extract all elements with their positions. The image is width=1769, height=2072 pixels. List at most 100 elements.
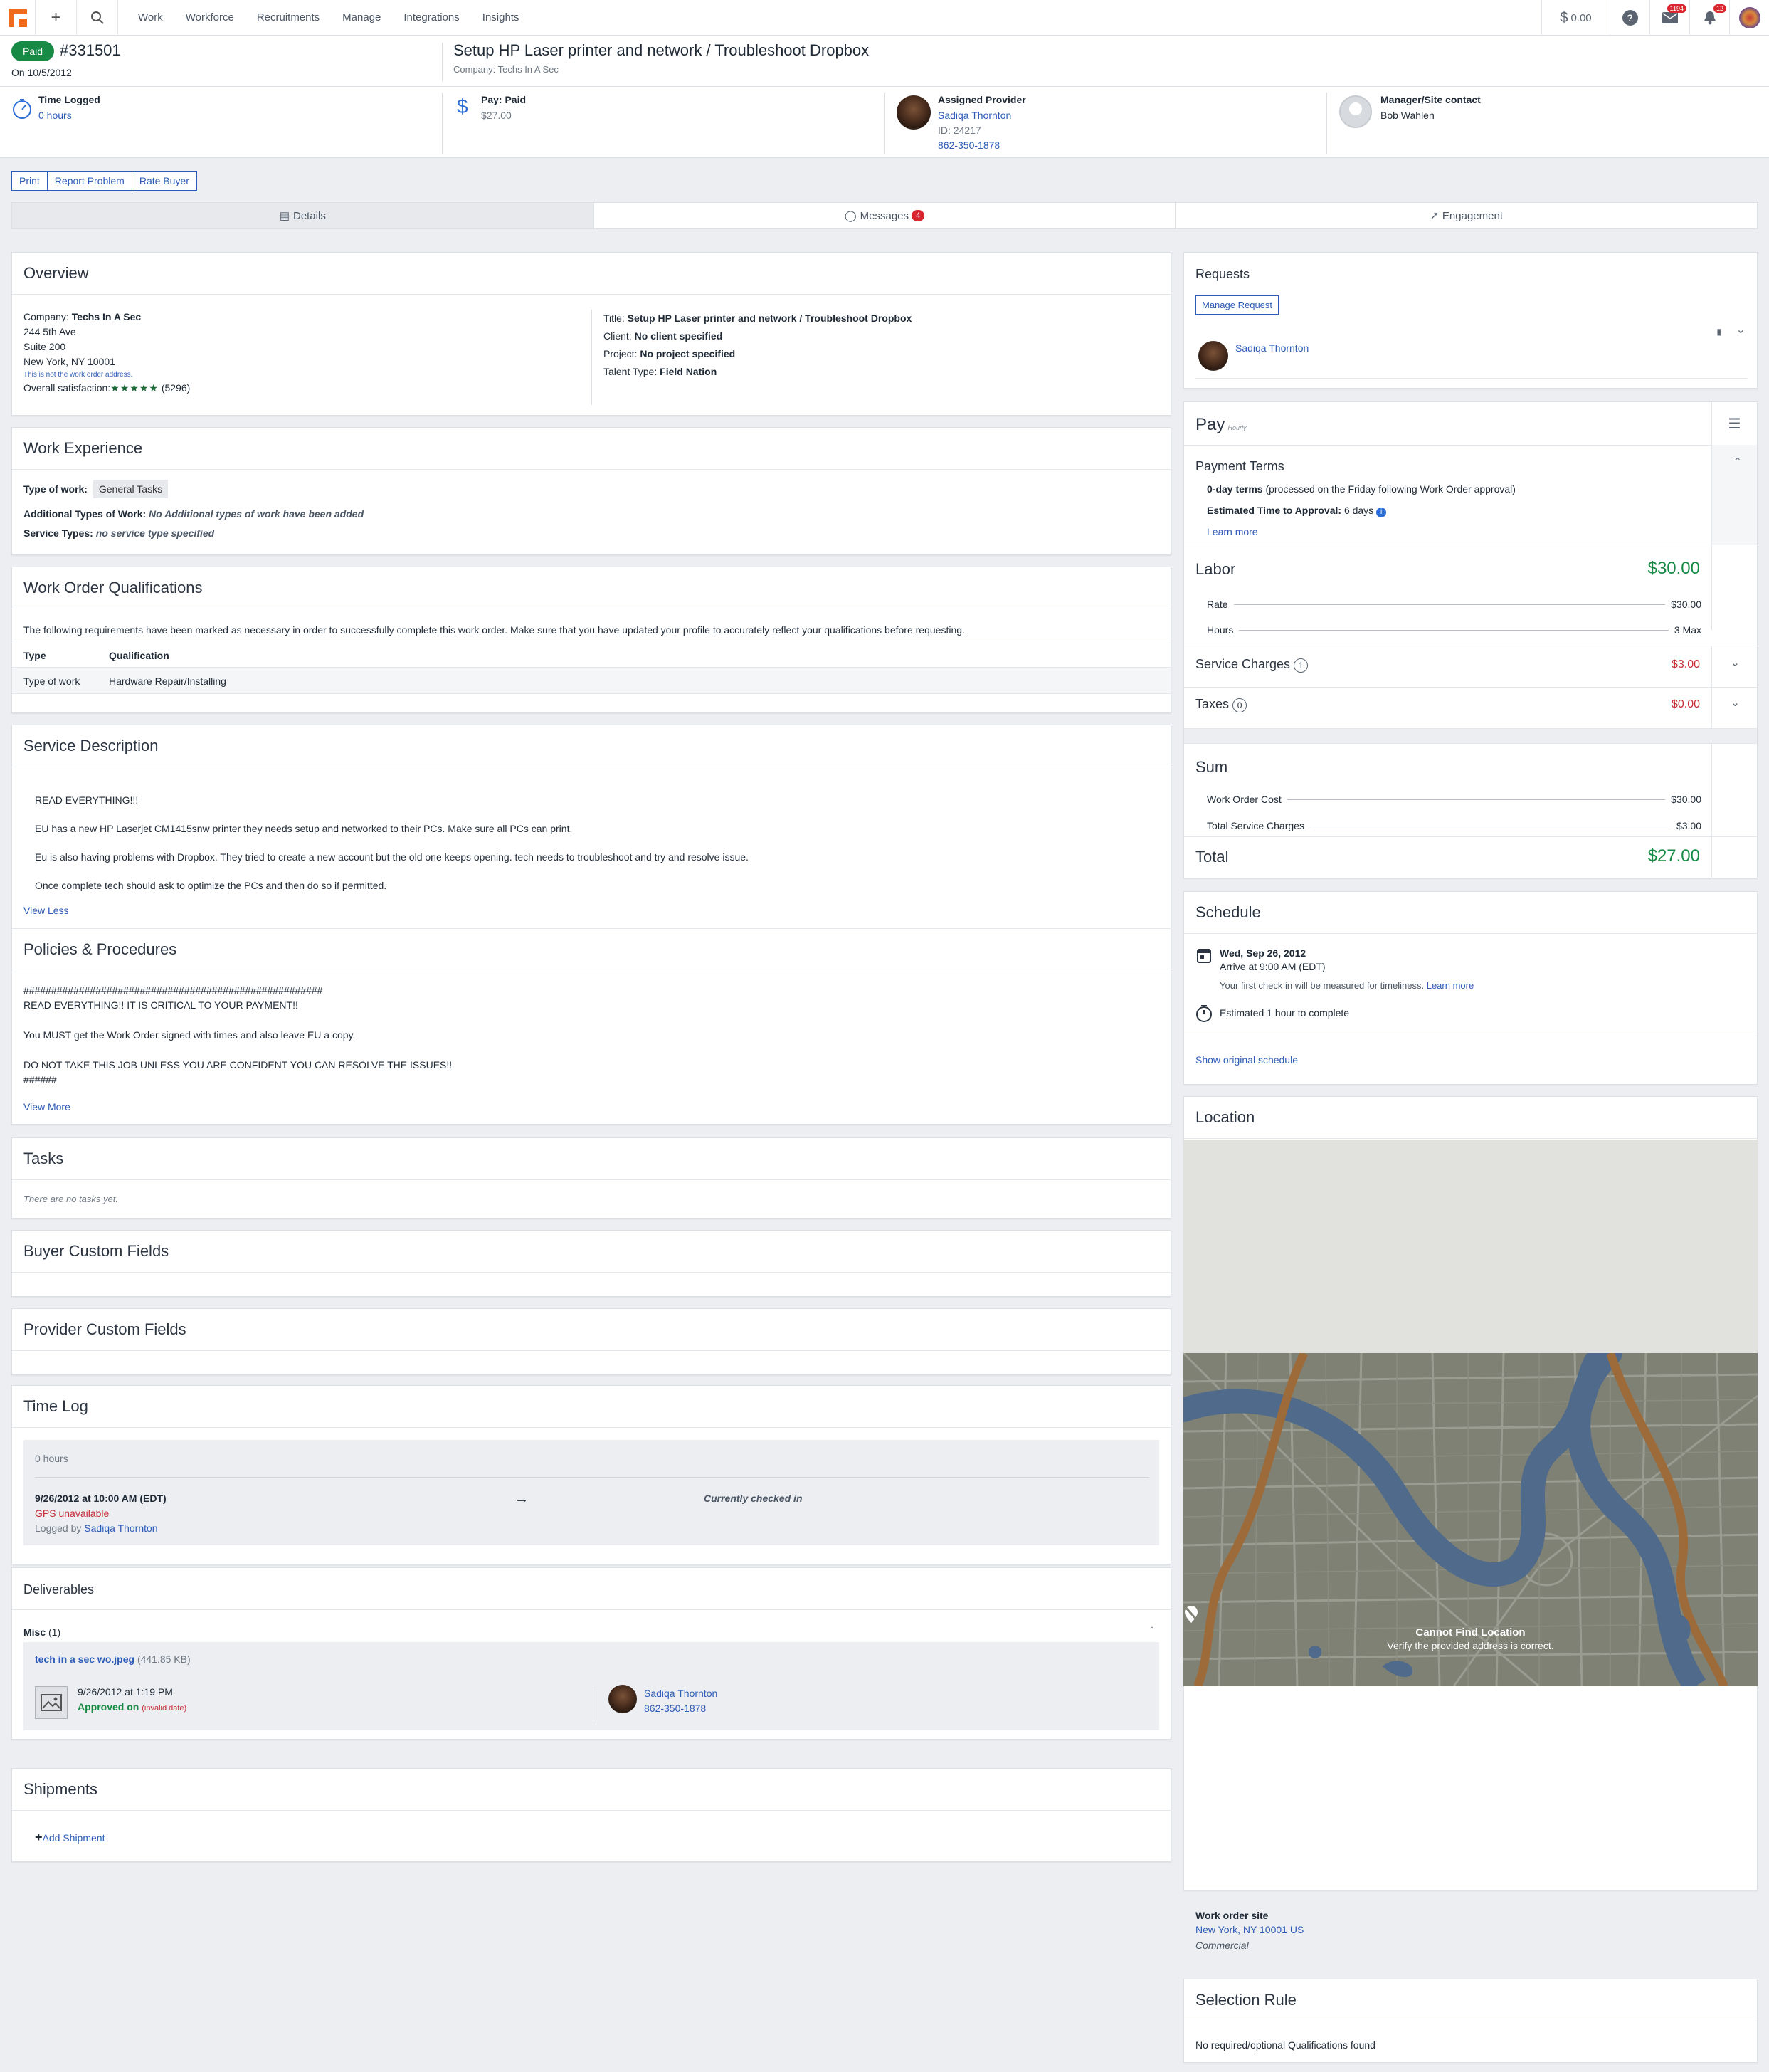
stopwatch-icon [13, 99, 31, 119]
service-types-value: no service type specified [95, 527, 215, 539]
policies-line4: DO NOT TAKE THIS JOB UNLESS YOU ARE CONF… [23, 1059, 453, 1071]
deliverables-title: Deliverables [23, 1582, 95, 1597]
list-icon[interactable]: ☰ [1711, 402, 1757, 445]
show-original-schedule-link[interactable]: Show original schedule [1195, 1054, 1298, 1066]
client-value: No client specified [634, 330, 723, 342]
trash-icon[interactable]: ▮ [1716, 327, 1721, 337]
nav-insights[interactable]: Insights [471, 11, 531, 23]
work-experience-title: Work Experience [12, 428, 1171, 470]
inbox-button[interactable]: 1194 [1649, 0, 1689, 36]
logged-by-link[interactable]: Sadiqa Thornton [84, 1523, 157, 1534]
user-menu[interactable] [1729, 0, 1769, 36]
schedule-date: Wed, Sep 26, 2012 [1220, 947, 1306, 959]
pay-value: $27.00 [481, 110, 512, 121]
chevron-down-icon[interactable]: ⌄ [1731, 656, 1740, 670]
nav-manage[interactable]: Manage [331, 11, 392, 23]
requests-title: Requests [1195, 267, 1250, 281]
schedule-learn-more-link[interactable]: Learn more [1427, 980, 1474, 991]
add-shipment-button[interactable]: +Add Shipment [35, 1830, 105, 1845]
print-button[interactable]: Print [11, 171, 48, 191]
location-off-icon [1183, 1605, 1479, 1624]
tab-messages-label: Messages [860, 209, 909, 222]
site-address-link[interactable]: New York, NY 10001 US [1195, 1924, 1304, 1935]
rate-buyer-button[interactable]: Rate Buyer [131, 171, 197, 191]
taxes-row[interactable]: Taxes 0 [1195, 697, 1247, 712]
tab-engagement[interactable]: ↗ Engagement [1176, 203, 1757, 228]
requester-name-link[interactable]: Sadiqa Thornton [1235, 342, 1309, 354]
chat-icon: ◯ [844, 210, 857, 222]
hours-value: 3 Max [1674, 624, 1701, 636]
tab-engagement-label: Engagement [1442, 209, 1503, 222]
qual-row-type: Type of work [23, 675, 80, 687]
schedule-card: Schedule Wed, Sep 26, 2012 Arrive at 9:0… [1183, 891, 1758, 1085]
wo-cost-label: Work Order Cost [1207, 794, 1282, 805]
chevron-up-icon[interactable]: ˆ [1736, 456, 1740, 471]
terms-learn-more-link[interactable]: Learn more [1207, 526, 1258, 537]
description-p4: Once complete tech should ask to optimiz… [35, 880, 387, 891]
deliverables-group-name: Misc [23, 1626, 46, 1638]
chevron-down-icon[interactable]: ⌄ [1736, 322, 1746, 337]
nav-workforce[interactable]: Workforce [174, 11, 245, 23]
location-map[interactable]: Cannot Find Location Verify the provided… [1183, 1140, 1758, 1686]
deliverable-file-link[interactable]: tech in a sec wo.jpeg [35, 1653, 134, 1665]
calendar-icon [1197, 949, 1211, 963]
time-logged-value[interactable]: 0 hours [38, 110, 72, 121]
view-more-link[interactable]: View More [23, 1101, 70, 1113]
service-types-label: Service Types: [23, 527, 93, 539]
description-p3: Eu is also having problems with Dropbox.… [35, 851, 749, 863]
policies-line1: ########################################… [23, 984, 323, 996]
provider-phone-link[interactable]: 862-350-1878 [938, 140, 1000, 151]
manager-name: Bob Wahlen [1380, 110, 1435, 121]
report-problem-button[interactable]: Report Problem [46, 171, 132, 191]
nav-recruitments[interactable]: Recruitments [245, 11, 331, 23]
uploader-name-link[interactable]: Sadiqa Thornton [644, 1688, 717, 1699]
uploader-phone-link[interactable]: 862-350-1878 [644, 1703, 706, 1714]
type-of-work-label: Type of work: [23, 483, 88, 495]
overview-title: Overview [12, 253, 1171, 295]
view-less-link[interactable]: View Less [23, 905, 69, 916]
company-address-line1: 244 5th Ave [23, 326, 76, 337]
policies-line5: ###### [23, 1074, 57, 1085]
app-logo[interactable] [0, 0, 36, 36]
notifications-button[interactable]: 12 [1689, 0, 1729, 36]
tab-bar: ▤ Details ◯ Messages 4 ↗ Engagement [11, 202, 1758, 229]
tasks-empty-text: There are no tasks yet. [23, 1194, 118, 1204]
manage-request-button[interactable]: Manage Request [1195, 295, 1279, 315]
service-description-title: Service Description [12, 725, 1171, 767]
search-icon[interactable] [77, 0, 118, 36]
service-charges-row[interactable]: Service Charges 1 [1195, 657, 1309, 673]
svc-total-value: $3.00 [1676, 820, 1701, 831]
nav-integrations[interactable]: Integrations [392, 11, 470, 23]
rate-value: $30.00 [1671, 599, 1701, 610]
satisfaction-label: Overall satisfaction: [23, 382, 111, 394]
work-order-date: On 10/5/2012 [11, 67, 72, 78]
review-count: (5296) [161, 382, 191, 394]
tasks-card: Tasks There are no tasks yet. [11, 1137, 1171, 1219]
tab-details-label: Details [293, 209, 326, 222]
work-order-number: #331501 [60, 41, 121, 59]
time-log-hours: 0 hours [35, 1453, 68, 1464]
total-value: $27.00 [1647, 846, 1700, 866]
tasks-title: Tasks [12, 1138, 1171, 1180]
schedule-arrive: Arrive at 9:00 AM (EDT) [1220, 961, 1326, 972]
chevron-down-icon[interactable]: ⌄ [1731, 695, 1740, 710]
balance-value: 0.00 [1570, 11, 1592, 24]
hours-label: Hours [1207, 624, 1234, 636]
labor-value: $30.00 [1647, 559, 1700, 578]
info-icon[interactable]: i [1376, 508, 1387, 517]
tab-messages[interactable]: ◯ Messages 4 [594, 203, 1176, 228]
balance-button[interactable]: $0.00 [1541, 0, 1610, 36]
chevron-up-icon[interactable]: ˆ [1151, 1625, 1153, 1636]
rate-label: Rate [1207, 599, 1228, 610]
provider-name-link[interactable]: Sadiqa Thornton [938, 110, 1011, 121]
add-icon[interactable]: + [36, 0, 77, 36]
nav-work[interactable]: Work [127, 11, 174, 23]
uploader-avatar [608, 1685, 637, 1713]
tab-details[interactable]: ▤ Details [12, 203, 594, 228]
map-error-title: Cannot Find Location [1415, 1626, 1526, 1639]
help-button[interactable]: ? [1610, 0, 1649, 36]
company-address-line2: Suite 200 [23, 341, 66, 352]
requests-card: Requests Manage Request ▮ ⌄ Sadiqa Thorn… [1183, 252, 1758, 389]
provider-custom-fields-card: Provider Custom Fields [11, 1308, 1171, 1375]
provider-custom-fields-title: Provider Custom Fields [12, 1309, 1171, 1351]
